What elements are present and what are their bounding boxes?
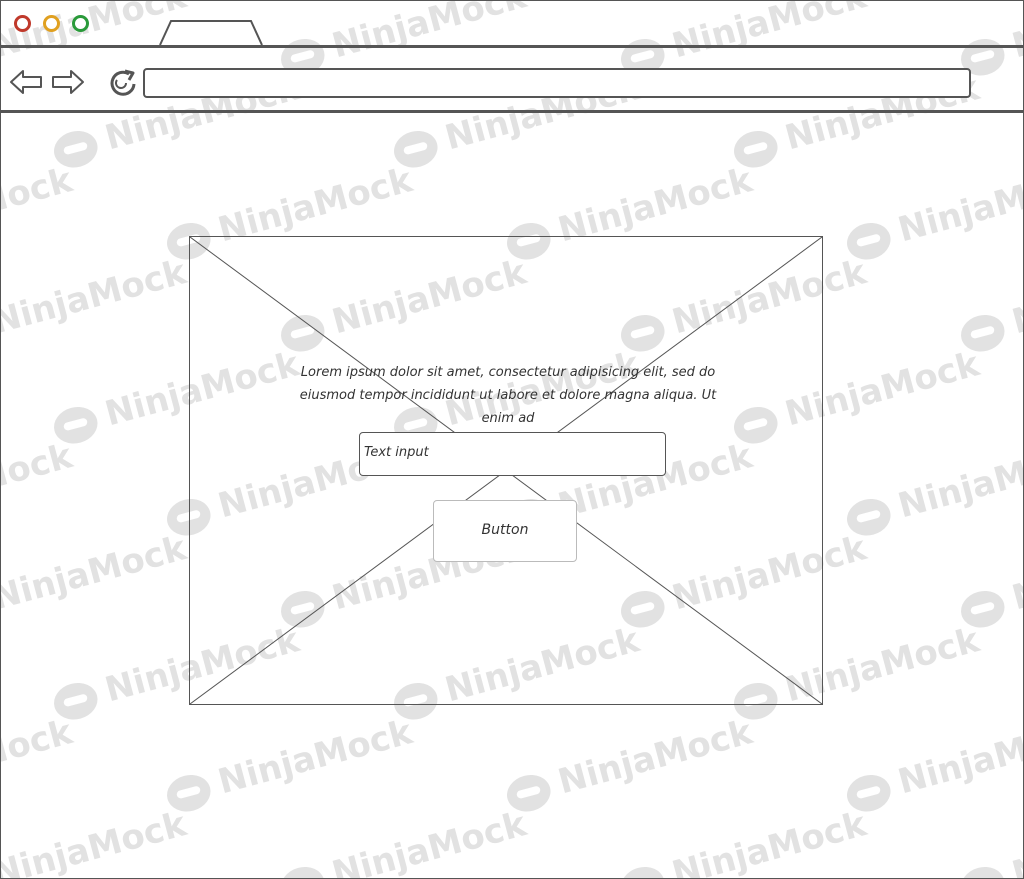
browser-window: NinjaMock NinjaMock NinjaMock NinjaMock Ninj…	[0, 0, 1024, 879]
ninja-logo-icon	[729, 125, 782, 172]
ninja-logo-icon	[389, 125, 442, 172]
close-dot[interactable]	[14, 15, 31, 32]
ninja-logo-icon	[842, 769, 895, 816]
watermark-logo: NinjaMock	[276, 804, 530, 878]
ninja-logo-icon	[842, 217, 895, 264]
url-bar[interactable]	[143, 68, 971, 98]
browser-tab[interactable]	[159, 19, 263, 45]
ninja-logo-icon	[502, 769, 555, 816]
watermark-logo: NinjaMock	[616, 804, 870, 878]
navigation-bar	[1, 48, 1023, 113]
watermark-logo: NinjaMock	[502, 712, 756, 816]
watermark-logo: NinjaMock	[842, 712, 1023, 816]
ninja-logo-icon	[956, 309, 1009, 356]
body-paragraph: Lorem ipsum dolor sit amet, consectetur …	[299, 365, 717, 426]
primary-button[interactable]: Button	[433, 500, 577, 562]
watermark-logo: NinjaMock	[0, 252, 191, 343]
title-bar	[1, 1, 1023, 48]
ninja-logo-icon	[162, 769, 215, 816]
watermark-logo: NinjaMock	[0, 528, 191, 619]
ninja-logo-icon	[276, 861, 329, 878]
url-text	[145, 76, 151, 90]
ninja-logo-icon	[956, 861, 1009, 878]
watermark-logo: NinjaMock	[956, 252, 1023, 356]
watermark-logo: NinjaMock	[842, 436, 1023, 540]
watermark-logo: NinjaMock	[0, 712, 77, 803]
arrow-right-icon[interactable]	[51, 68, 85, 96]
reload-icon[interactable]	[107, 68, 139, 96]
minimize-dot[interactable]	[43, 15, 60, 32]
watermark-logo: NinjaMock	[842, 160, 1023, 264]
ninja-logo-icon	[49, 401, 102, 448]
ninja-logo-icon	[956, 585, 1009, 632]
maximize-dot[interactable]	[72, 15, 89, 32]
text-input-value: Text input	[364, 445, 429, 460]
browser-chrome	[1, 1, 1023, 113]
ninja-logo-icon	[49, 677, 102, 724]
watermark-logo: NinjaMock	[162, 712, 416, 816]
watermark-logo: NinjaMock	[0, 436, 77, 527]
watermark-logo: NinjaMock	[0, 160, 77, 251]
ninja-logo-icon	[616, 861, 669, 878]
arrow-left-icon[interactable]	[9, 68, 43, 96]
ninja-logo-icon	[49, 125, 102, 172]
text-input[interactable]: Text input	[359, 432, 666, 476]
ninja-logo-icon	[842, 493, 895, 540]
watermark-logo: NinjaMock	[956, 528, 1023, 632]
watermark-logo: NinjaMock	[956, 804, 1023, 878]
watermark-logo: NinjaMock	[0, 804, 191, 879]
